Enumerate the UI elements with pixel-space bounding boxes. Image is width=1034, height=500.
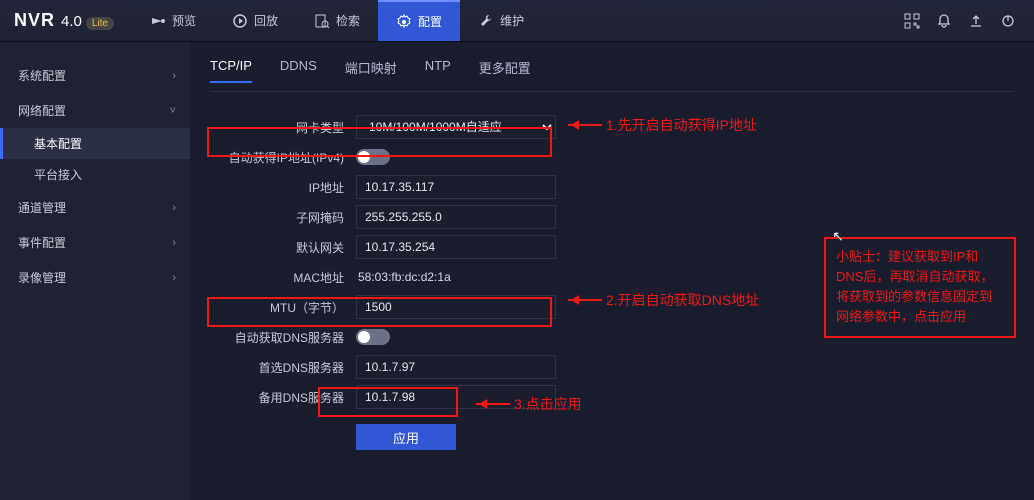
apply-button-label: 应用	[393, 431, 419, 446]
file-search-icon	[314, 13, 330, 29]
sub-tabs: TCP/IP DDNS 端口映射 NTP 更多配置	[210, 58, 1014, 92]
header-right	[904, 13, 1034, 29]
chevron-right-icon: ›	[172, 202, 176, 214]
app-header: NVR 4.0 Lite 预览 回放 检索 配置 维护	[0, 0, 1034, 42]
qr-icon[interactable]	[904, 13, 920, 29]
sidebar-sub-label: 平台接入	[34, 168, 82, 182]
gw-input[interactable]	[356, 235, 556, 259]
mask-label: 子网掩码	[210, 209, 356, 226]
mac-label: MAC地址	[210, 269, 356, 286]
sidebar-sub-basic[interactable]: 基本配置	[0, 128, 190, 159]
chevron-down-icon: ˅	[170, 105, 176, 117]
arrow-left-icon	[476, 403, 510, 405]
sidebar-label: 录像管理	[18, 269, 66, 286]
app-logo: NVR 4.0 Lite	[0, 10, 132, 31]
sidebar-sub-platform[interactable]: 平台接入	[0, 159, 190, 190]
mac-value: 58:03:fb:dc:d2:1a	[356, 270, 451, 284]
sidebar-label: 通道管理	[18, 199, 66, 216]
brand-name: NVR	[14, 10, 55, 31]
upload-icon[interactable]	[968, 13, 984, 29]
tab-label: 更多配置	[479, 61, 531, 76]
tab-portmap[interactable]: 端口映射	[345, 58, 397, 83]
content-area: TCP/IP DDNS 端口映射 NTP 更多配置 网卡类型 10M/100M/…	[190, 42, 1034, 500]
brand-edition: Lite	[86, 17, 114, 30]
power-icon[interactable]	[1000, 13, 1016, 29]
arrow-left-icon	[568, 124, 602, 126]
sidebar-label: 系统配置	[18, 67, 66, 84]
bell-icon[interactable]	[936, 13, 952, 29]
chevron-right-icon: ›	[172, 70, 176, 82]
autoip-label: 自动获得IP地址(IPv4)	[210, 149, 356, 166]
nav-maintain-label: 维护	[500, 12, 524, 29]
annotation-tip-box: 小贴士：建议获取到IP和DNS后，再取消自动获取，将获取到的参数信息固定到网络参…	[824, 237, 1016, 338]
annotation-step3: 3.点击应用	[476, 394, 582, 414]
annotation-step2: 2.开启自动获取DNS地址	[568, 290, 759, 310]
tab-ntp[interactable]: NTP	[425, 58, 451, 83]
tab-label: DDNS	[280, 58, 317, 73]
chevron-right-icon: ›	[172, 237, 176, 249]
gear-icon	[396, 14, 412, 30]
mtu-input[interactable]	[356, 295, 556, 319]
ip-label: IP地址	[210, 179, 356, 196]
nav-search-label: 检索	[336, 12, 360, 29]
sidebar-label: 事件配置	[18, 234, 66, 251]
dns1-input[interactable]	[356, 355, 556, 379]
apply-button[interactable]: 应用	[356, 424, 456, 450]
sidebar-item-netconfig[interactable]: 网络配置 ˅	[0, 93, 190, 128]
tab-more[interactable]: 更多配置	[479, 58, 531, 83]
autodns-label: 自动获取DNS服务器	[210, 329, 356, 346]
nav-preview-label: 预览	[172, 12, 196, 29]
arrow-left-icon	[568, 299, 602, 301]
sidebar-item-record[interactable]: 录像管理 ›	[0, 260, 190, 295]
nav-playback-label: 回放	[254, 12, 278, 29]
dns1-label: 首选DNS服务器	[210, 359, 356, 376]
nav-search[interactable]: 检索	[296, 0, 378, 41]
autodns-toggle[interactable]	[356, 329, 390, 345]
sidebar-item-channel[interactable]: 通道管理 ›	[0, 190, 190, 225]
sidebar: 系统配置 › 网络配置 ˅ 基本配置 平台接入 通道管理 › 事件配置 › 录像…	[0, 42, 190, 500]
annotation-text: 3.点击应用	[514, 394, 582, 414]
nav-preview[interactable]: 预览	[132, 0, 214, 41]
nav-playback[interactable]: 回放	[214, 0, 296, 41]
sidebar-item-event[interactable]: 事件配置 ›	[0, 225, 190, 260]
sidebar-label: 网络配置	[18, 102, 66, 119]
top-nav: 预览 回放 检索 配置 维护	[132, 0, 542, 41]
tab-tcpip[interactable]: TCP/IP	[210, 58, 252, 83]
camera-icon	[150, 13, 166, 29]
playback-icon	[232, 13, 248, 29]
dns2-label: 备用DNS服务器	[210, 389, 356, 406]
ip-input[interactable]	[356, 175, 556, 199]
nav-config-label: 配置	[418, 13, 442, 30]
nav-maintain[interactable]: 维护	[460, 0, 542, 41]
annotation-text: 1.先开启自动获得IP地址	[606, 115, 757, 135]
wrench-icon	[478, 13, 494, 29]
nictype-select[interactable]: 10M/100M/1000M自适应	[356, 115, 556, 139]
mask-input[interactable]	[356, 205, 556, 229]
sidebar-sub-label: 基本配置	[34, 137, 82, 151]
annotation-text: 2.开启自动获取DNS地址	[606, 290, 759, 310]
brand-version: 4.0	[61, 13, 82, 30]
nav-config[interactable]: 配置	[378, 0, 460, 41]
nictype-label: 网卡类型	[210, 119, 356, 136]
tab-ddns[interactable]: DDNS	[280, 58, 317, 83]
tab-label: 端口映射	[345, 61, 397, 76]
sidebar-item-sysconfig[interactable]: 系统配置 ›	[0, 58, 190, 93]
mtu-label: MTU（字节）	[210, 299, 356, 316]
tab-label: TCP/IP	[210, 58, 252, 73]
annotation-step1: 1.先开启自动获得IP地址	[568, 115, 757, 135]
chevron-right-icon: ›	[172, 272, 176, 284]
tab-label: NTP	[425, 58, 451, 73]
autoip-toggle[interactable]	[356, 149, 390, 165]
annotation-tip-text: 小贴士：建议获取到IP和DNS后，再取消自动获取，将获取到的参数信息固定到网络参…	[836, 249, 993, 324]
gw-label: 默认网关	[210, 239, 356, 256]
